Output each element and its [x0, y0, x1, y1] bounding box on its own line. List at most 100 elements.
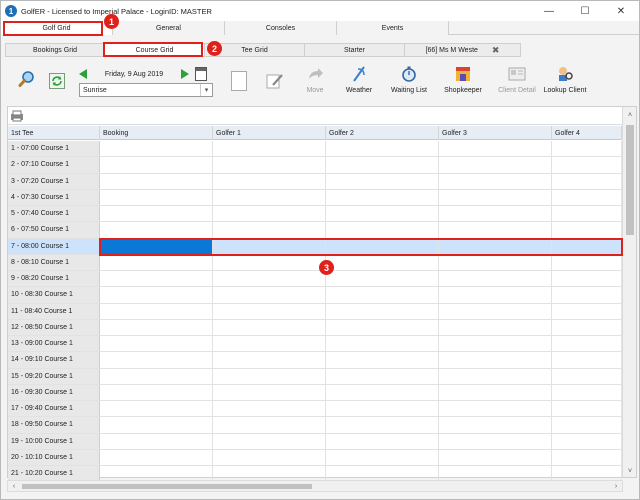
grid-cell[interactable]: [213, 206, 326, 222]
grid-cell[interactable]: [326, 173, 439, 189]
table-row[interactable]: 17 - 09:40 Course 1: [8, 401, 622, 418]
tee-time-cell[interactable]: 18 - 09:50 Course 1: [8, 417, 100, 433]
grid-cell[interactable]: [213, 401, 326, 417]
new-document-icon[interactable]: [231, 71, 247, 91]
grid-cell[interactable]: [326, 368, 439, 384]
vertical-scrollbar[interactable]: ˄ ˅: [622, 107, 636, 477]
tab-client[interactable]: [66] Ms M Weste ✖: [405, 43, 521, 57]
grid-cell[interactable]: [326, 157, 439, 173]
grid-cell[interactable]: [439, 336, 552, 352]
table-row[interactable]: 10 - 08:30 Course 1: [8, 287, 622, 304]
grid-cell[interactable]: [326, 336, 439, 352]
waiting-list-button[interactable]: Waiting List: [379, 65, 439, 94]
tee-time-cell[interactable]: 12 - 08:50 Course 1: [8, 319, 100, 335]
grid-cell[interactable]: [213, 222, 326, 238]
table-row[interactable]: 13 - 09:00 Course 1: [8, 336, 622, 353]
grid-cell[interactable]: [552, 141, 622, 157]
grid-cell[interactable]: [213, 417, 326, 433]
grid-cell[interactable]: [100, 189, 213, 205]
grid-cell[interactable]: [552, 206, 622, 222]
grid-cell[interactable]: [326, 384, 439, 400]
grid-cell[interactable]: [213, 319, 326, 335]
grid-cell[interactable]: [552, 466, 622, 482]
grid-cell[interactable]: [552, 271, 622, 287]
grid-cell[interactable]: [552, 173, 622, 189]
maximize-button[interactable]: ☐: [567, 1, 603, 21]
grid-cell[interactable]: [439, 401, 552, 417]
grid-cell[interactable]: [439, 173, 552, 189]
grid-cell[interactable]: [326, 206, 439, 222]
tee-time-cell[interactable]: 11 - 08:40 Course 1: [8, 303, 100, 319]
tab-starter[interactable]: Starter: [305, 43, 405, 57]
grid-cell[interactable]: [552, 319, 622, 335]
grid-cell[interactable]: [326, 254, 439, 270]
grid-cell[interactable]: [100, 254, 213, 270]
horizontal-scroll-thumb[interactable]: [22, 484, 312, 489]
grid-cell[interactable]: [439, 449, 552, 465]
table-row[interactable]: 5 - 07:40 Course 1: [8, 206, 622, 223]
grid-cell[interactable]: [552, 303, 622, 319]
grid-cell[interactable]: [100, 449, 213, 465]
grid-cell[interactable]: [213, 141, 326, 157]
grid-cell[interactable]: [213, 368, 326, 384]
horizontal-scrollbar[interactable]: ‹ ›: [7, 480, 623, 492]
grid-cell[interactable]: [100, 401, 213, 417]
tee-time-cell[interactable]: 9 - 08:20 Course 1: [8, 271, 100, 287]
grid-cell[interactable]: [439, 189, 552, 205]
refresh-icon[interactable]: [49, 73, 65, 89]
grid-cell[interactable]: [100, 206, 213, 222]
column-header[interactable]: Golfer 1: [213, 126, 326, 140]
grid-cell[interactable]: [326, 222, 439, 238]
tab-consoles[interactable]: Consoles: [225, 21, 337, 35]
close-tab-icon[interactable]: ✖: [492, 45, 500, 56]
tab-events[interactable]: Events: [337, 21, 449, 35]
column-header[interactable]: Golfer 4: [552, 126, 622, 140]
grid-cell[interactable]: [213, 303, 326, 319]
search-icon[interactable]: [17, 69, 37, 89]
grid-cell[interactable]: [100, 433, 213, 449]
tee-time-cell[interactable]: 13 - 09:00 Course 1: [8, 336, 100, 352]
grid-cell[interactable]: [552, 352, 622, 368]
tee-time-cell[interactable]: 1 - 07:00 Course 1: [8, 141, 100, 157]
grid-cell[interactable]: [552, 222, 622, 238]
grid-cell[interactable]: [552, 368, 622, 384]
grid-cell[interactable]: [552, 189, 622, 205]
grid-cell[interactable]: [326, 287, 439, 303]
grid-cell[interactable]: [213, 336, 326, 352]
table-row[interactable]: 16 - 09:30 Course 1: [8, 384, 622, 401]
grid-cell[interactable]: [439, 303, 552, 319]
table-row[interactable]: 12 - 08:50 Course 1: [8, 319, 622, 336]
grid-cell[interactable]: [100, 173, 213, 189]
grid-cell[interactable]: [213, 352, 326, 368]
minimize-button[interactable]: —: [531, 1, 567, 21]
grid-cell[interactable]: [439, 157, 552, 173]
grid-cell[interactable]: [326, 433, 439, 449]
column-header[interactable]: Golfer 2: [326, 126, 439, 140]
tee-time-cell[interactable]: 8 - 08:10 Course 1: [8, 254, 100, 270]
table-row[interactable]: 15 - 09:20 Course 1: [8, 368, 622, 385]
grid-cell[interactable]: [552, 433, 622, 449]
grid-cell[interactable]: [552, 254, 622, 270]
grid-cell[interactable]: [439, 141, 552, 157]
table-row[interactable]: 8 - 08:10 Course 1: [8, 254, 622, 271]
grid-cell[interactable]: [326, 189, 439, 205]
grid-cell[interactable]: [552, 384, 622, 400]
grid-cell[interactable]: [213, 173, 326, 189]
grid-cell[interactable]: [100, 417, 213, 433]
grid-cell[interactable]: [552, 336, 622, 352]
grid-cell[interactable]: [100, 287, 213, 303]
tee-time-cell[interactable]: 19 - 10:00 Course 1: [8, 433, 100, 449]
grid-cell[interactable]: [552, 449, 622, 465]
grid-cell[interactable]: [100, 368, 213, 384]
previous-day-icon[interactable]: [79, 69, 87, 79]
grid-cell[interactable]: [326, 352, 439, 368]
table-row[interactable]: 14 - 09:10 Course 1: [8, 352, 622, 369]
column-header[interactable]: 1st Tee: [8, 126, 100, 140]
grid-cell[interactable]: [439, 352, 552, 368]
grid-cell[interactable]: [552, 417, 622, 433]
table-row[interactable]: 18 - 09:50 Course 1: [8, 417, 622, 434]
grid-cell[interactable]: [100, 466, 213, 482]
grid-cell[interactable]: [213, 254, 326, 270]
calendar-icon[interactable]: [195, 67, 207, 81]
scroll-up-icon[interactable]: ˄: [623, 109, 637, 121]
